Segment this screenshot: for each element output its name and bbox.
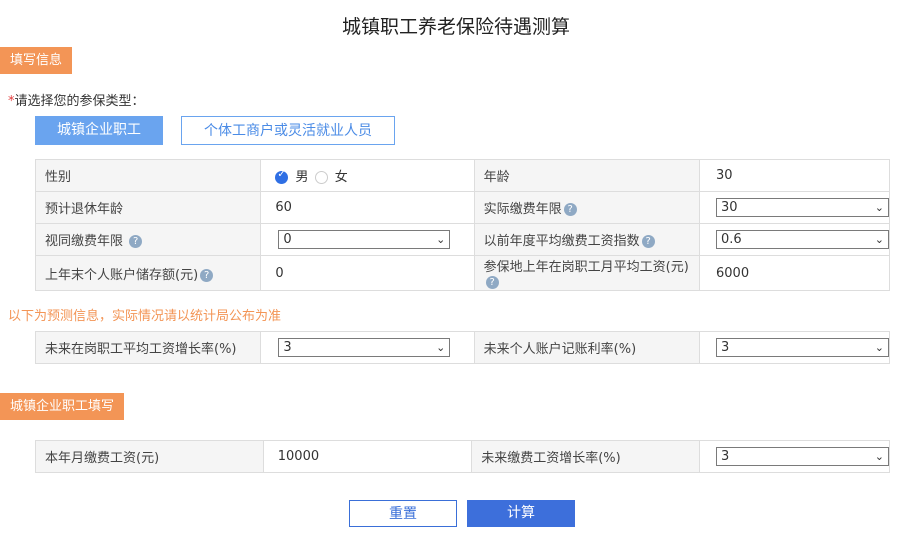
type-prompt-text: 请选择您的参保类型：: [14, 94, 145, 109]
actual-years-value: 30: [721, 200, 738, 215]
table-row: 视同缴费年限 ? 0 ⌄ 以前年度平均缴费工资指数? 0.6 ⌄: [34, 223, 890, 256]
retire-age-field[interactable]: 60: [260, 191, 475, 224]
gender-female-radio[interactable]: [314, 171, 328, 184]
basic-info-table: 性别 男 女 年龄 30 预计退休年龄 60 实际缴费年限? 30 ⌄ 视同缴费年…: [34, 159, 890, 291]
deemed-years-label: 视同缴费年限: [45, 234, 124, 249]
help-icon[interactable]: ?: [129, 235, 143, 248]
type-prompt: *请选择您的参保类型：: [8, 90, 145, 109]
table-row: 未来在岗职工平均工资增长率(%) 3 ⌄ 未来个人账户记账利率(%) 3 ⌄: [34, 331, 890, 364]
interest-select[interactable]: 3 ⌄: [716, 338, 889, 357]
section-urban-employee: 城镇企业职工填写: [0, 393, 125, 420]
table-row: 预计退休年龄 60 实际缴费年限? 30 ⌄: [34, 191, 890, 224]
section-fill-info: 填写信息: [0, 47, 73, 74]
help-icon[interactable]: ?: [200, 268, 214, 282]
help-icon[interactable]: ?: [641, 235, 655, 248]
interest-label: 未来个人账户记账利率(%): [473, 331, 701, 364]
actual-years-cell: 30 ⌄: [699, 191, 890, 224]
type-flexible-employment-button[interactable]: 个体工商户或灵活就业人员: [181, 116, 395, 145]
wage-growth-label: 未来在岗职工平均工资增长率(%): [34, 331, 262, 364]
prev-index-label: 以前年度平均缴费工资指数: [483, 234, 640, 249]
future-growth-label: 未来缴费工资增长率(%): [471, 440, 700, 473]
retire-age-label: 预计退休年龄: [34, 191, 262, 224]
actual-years-label-cell: 实际缴费年限?: [473, 191, 701, 224]
table-row: 性别 男 女 年龄 30: [34, 159, 890, 192]
gender-label: 性别: [34, 159, 262, 192]
type-urban-enterprise-button[interactable]: 城镇企业职工: [35, 116, 163, 145]
wage-growth-value: 3: [283, 340, 292, 355]
help-icon[interactable]: ?: [563, 203, 577, 216]
chevron-down-icon: ⌄: [436, 233, 446, 246]
prev-index-value: 0.6: [721, 232, 742, 247]
employee-table: 本年月缴费工资(元) 10000 未来缴费工资增长率(%) 3 ⌄: [35, 440, 890, 473]
avg-wage-field[interactable]: 6000: [699, 255, 890, 291]
future-growth-value: 3: [721, 449, 730, 464]
deemed-years-label-cell: 视同缴费年限 ?: [34, 223, 262, 256]
wage-growth-cell: 3 ⌄: [260, 331, 475, 364]
table-row: 本年月缴费工资(元) 10000 未来缴费工资增长率(%) 3 ⌄: [35, 440, 890, 473]
table-row: 上年末个人账户储存额(元)? 0 参保地上年在岗职工月平均工资(元)? 6000: [34, 255, 890, 291]
wage-growth-select[interactable]: 3 ⌄: [278, 338, 451, 357]
prev-index-label-cell: 以前年度平均缴费工资指数?: [473, 223, 701, 256]
interest-cell: 3 ⌄: [699, 331, 890, 364]
page-title: 城镇职工养老保险待遇测算: [341, 16, 570, 38]
account-label-cell: 上年末个人账户储存额(元)?: [34, 255, 262, 291]
gender-options: 男 女: [260, 159, 475, 192]
account-label: 上年末个人账户储存额(元): [45, 267, 199, 283]
gender-female-label[interactable]: 女: [335, 170, 348, 185]
chevron-down-icon: ⌄: [874, 341, 884, 354]
monthly-wage-label: 本年月缴费工资(元): [35, 440, 264, 473]
monthly-wage-field[interactable]: 10000: [262, 440, 473, 473]
future-growth-select[interactable]: 3 ⌄: [716, 447, 889, 466]
gender-male-radio[interactable]: [275, 169, 289, 184]
avg-wage-label-cell: 参保地上年在岗职工月平均工资(元)?: [473, 255, 701, 291]
chevron-down-icon: ⌄: [874, 450, 884, 463]
actual-years-label: 实际缴费年限: [483, 202, 562, 217]
deemed-years-select[interactable]: 0 ⌄: [278, 230, 451, 249]
prev-index-select[interactable]: 0.6 ⌄: [716, 230, 889, 249]
avg-wage-label: 参保地上年在岗职工月平均工资(元): [483, 260, 689, 275]
deemed-years-cell: 0 ⌄: [260, 223, 475, 256]
age-field[interactable]: 30: [699, 159, 890, 192]
future-growth-cell: 3 ⌄: [699, 440, 890, 473]
chevron-down-icon: ⌄: [874, 233, 884, 246]
chevron-down-icon: ⌄: [436, 341, 446, 354]
age-label: 年龄: [473, 159, 701, 192]
chevron-down-icon: ⌄: [874, 201, 884, 214]
deemed-years-value: 0: [283, 232, 292, 247]
calculate-button[interactable]: 计算: [467, 500, 575, 527]
actual-years-select[interactable]: 30 ⌄: [716, 198, 889, 217]
prev-index-cell: 0.6 ⌄: [699, 223, 890, 256]
reset-button[interactable]: 重置: [349, 500, 457, 527]
forecast-notice: 以下为预测信息，实际情况请以统计局公布为准: [8, 309, 282, 324]
forecast-table: 未来在岗职工平均工资增长率(%) 3 ⌄ 未来个人账户记账利率(%) 3 ⌄: [34, 331, 890, 364]
gender-male-label[interactable]: 男: [295, 170, 308, 185]
interest-value: 3: [721, 340, 730, 355]
account-field[interactable]: 0: [260, 255, 475, 291]
help-icon[interactable]: ?: [485, 276, 499, 289]
